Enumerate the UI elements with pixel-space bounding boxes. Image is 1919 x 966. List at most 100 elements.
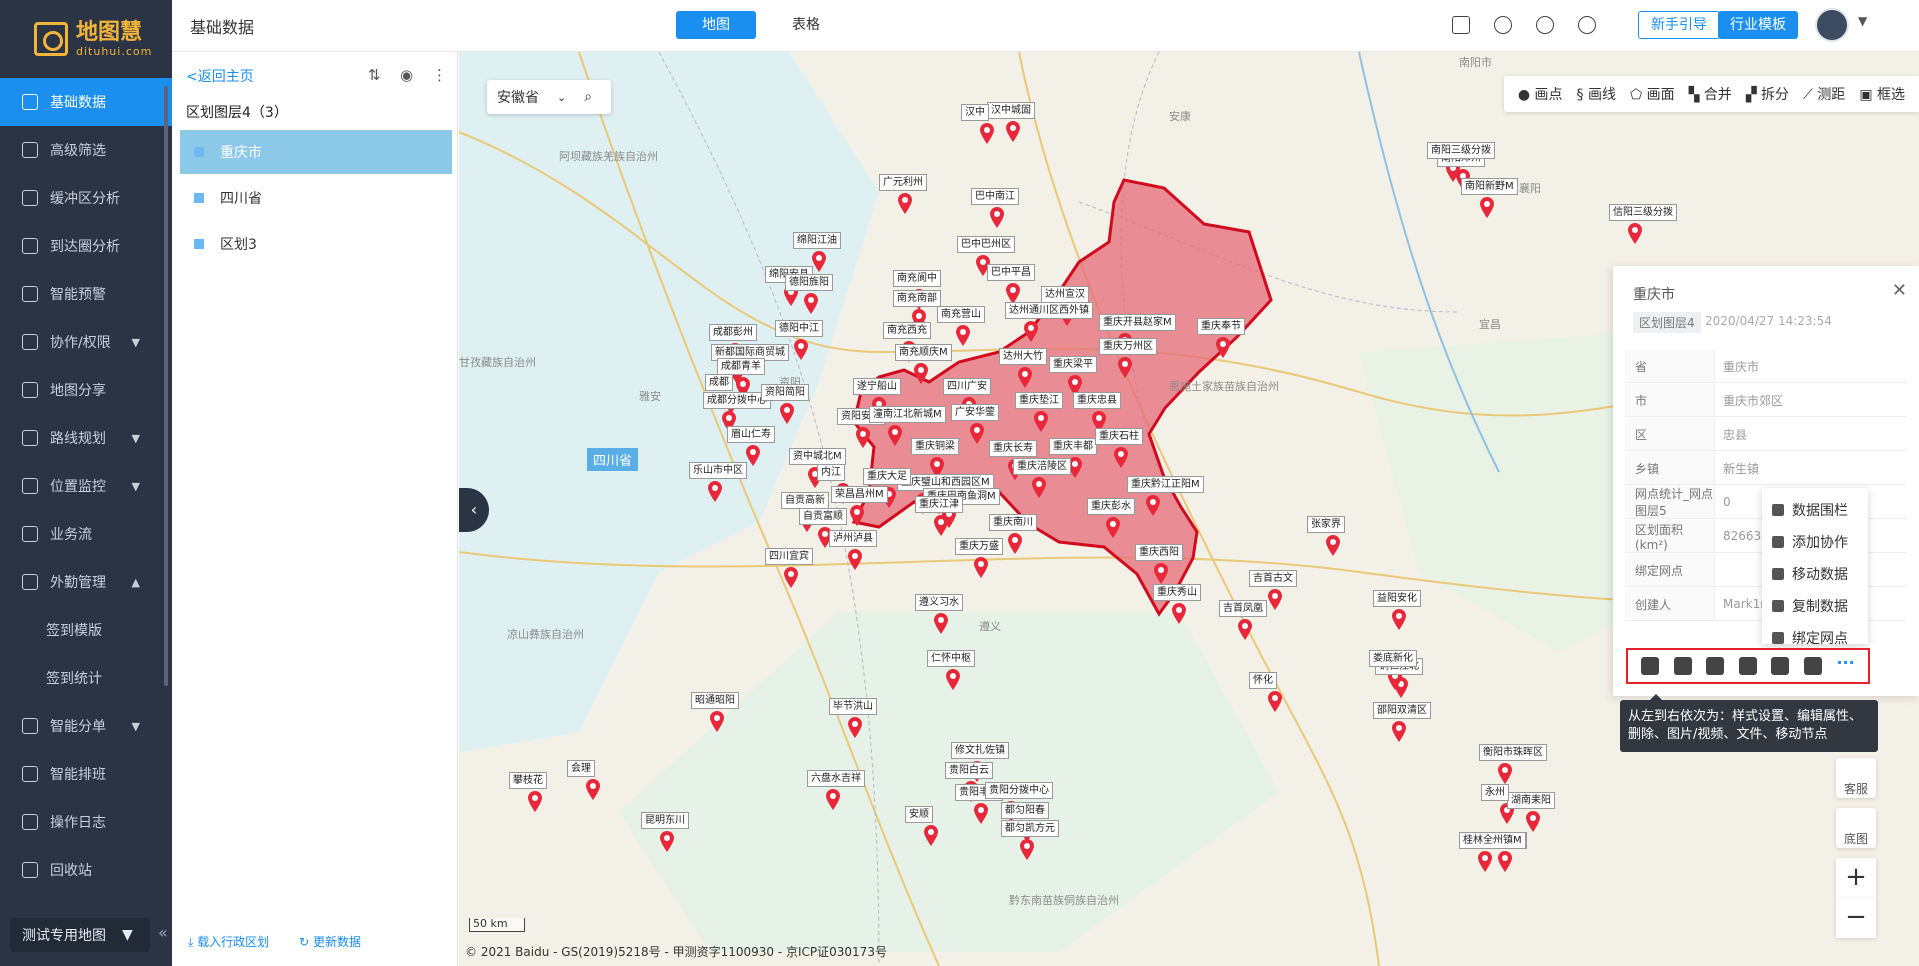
map-point-label[interactable]: 重庆黔江正阳M — [1127, 476, 1204, 493]
map-pin-icon[interactable] — [973, 802, 989, 824]
sidebar-subitem[interactable]: 签到模版 — [0, 606, 172, 654]
map-point-label[interactable]: 遂宁船山 — [853, 378, 901, 395]
map-pin-icon[interactable] — [1019, 838, 1035, 860]
support-button[interactable]: 客服 — [1836, 758, 1876, 798]
share-icon[interactable] — [1578, 16, 1596, 34]
map-point-label[interactable]: 益阳安化 — [1373, 590, 1421, 607]
map-pin-icon[interactable] — [989, 206, 1005, 228]
edit-icon[interactable] — [1673, 657, 1692, 675]
map-point-label[interactable]: 内江 — [817, 464, 845, 481]
map-pin-icon[interactable] — [659, 830, 675, 852]
tab-table[interactable]: 表格 — [766, 11, 846, 39]
map-point-label[interactable]: 汉中城固 — [987, 102, 1035, 119]
map-point-label[interactable]: 衡阳市珠晖区 — [1479, 744, 1547, 761]
map-point-label[interactable]: 巴中巴州区 — [957, 236, 1015, 253]
map-point-label[interactable]: 重庆涪陵区 — [1013, 458, 1071, 475]
map-pin-icon[interactable] — [1031, 476, 1047, 498]
province-select[interactable]: 安徽省 ⌄ ⌕ — [487, 80, 611, 114]
map-pin-icon[interactable] — [933, 612, 949, 634]
draw-line-button[interactable]: § 画线 — [1577, 84, 1616, 104]
map-pin-icon[interactable] — [1145, 494, 1161, 516]
map-point-label[interactable]: 四川广安 — [943, 378, 991, 395]
map-selector[interactable]: 测试专用地图 ▼ — [10, 918, 150, 952]
map-point-label[interactable]: 乐山市中区 — [689, 462, 747, 479]
back-home-link[interactable]: <返回主页 — [186, 66, 254, 86]
map-pin-icon[interactable] — [1017, 366, 1033, 388]
map-point-label[interactable]: 仁怀中枢 — [927, 650, 975, 667]
caret-down-icon[interactable]: ▼ — [1858, 14, 1867, 28]
map-point-label[interactable]: 重庆大足 — [863, 468, 911, 485]
map-point-label[interactable]: 成都 — [705, 374, 733, 391]
map-pin-icon[interactable] — [855, 426, 871, 448]
menu-item-copy[interactable]: 复制数据 — [1762, 590, 1868, 622]
map-point-label[interactable]: 达州大竹 — [999, 348, 1047, 365]
fullscreen-icon[interactable] — [1452, 16, 1470, 34]
sidebar-item-field[interactable]: 外勤管理 ▲ — [0, 558, 172, 606]
layer-item-chongqing[interactable]: 重庆市 — [180, 130, 452, 174]
close-icon[interactable]: ✕ — [1892, 280, 1907, 301]
map-point-label[interactable]: 重庆西阳 — [1135, 544, 1183, 561]
sidebar-item-alert[interactable]: 智能预警 — [0, 270, 172, 318]
map-point-label[interactable]: 信阳三级分拨 — [1609, 204, 1677, 221]
map-point-label[interactable]: 重庆梁平 — [1049, 356, 1097, 373]
map-pin-icon[interactable] — [709, 710, 725, 732]
map-point-label[interactable]: 荣昌昌州M — [831, 486, 888, 503]
map-point-label[interactable]: 吉首古文 — [1249, 570, 1297, 587]
map-pin-icon[interactable] — [1005, 282, 1021, 304]
map-point-label[interactable]: 湖南耒阳 — [1507, 792, 1555, 809]
map-pin-icon[interactable] — [1153, 562, 1169, 584]
map-point-label[interactable]: 达州宣汉 — [1041, 286, 1089, 303]
delete-icon[interactable] — [1706, 657, 1725, 675]
move-node-icon[interactable] — [1803, 657, 1822, 675]
layer-item-sichuan[interactable]: 四川省 — [180, 176, 452, 220]
map-pin-icon[interactable] — [779, 402, 795, 424]
sidebar-item-filter[interactable]: 高级筛选 — [0, 126, 172, 174]
map-pin-icon[interactable] — [979, 122, 995, 144]
map-point-label[interactable]: 巴中南江 — [971, 188, 1019, 205]
map-point-label[interactable]: 四川宜宾 — [765, 548, 813, 565]
search-icon[interactable]: ⌕ — [584, 89, 592, 105]
map-pin-icon[interactable] — [913, 362, 929, 384]
map-point-label[interactable]: 都匀凯方元 — [1001, 820, 1059, 837]
map-pin-icon[interactable] — [1627, 222, 1643, 244]
map-pin-icon[interactable] — [1267, 690, 1283, 712]
collapse-sidebar-icon[interactable]: « — [158, 923, 168, 942]
map-point-label[interactable]: 德阳中江 — [775, 320, 823, 337]
more-icon[interactable]: ··· — [1836, 655, 1854, 675]
map-point-label[interactable]: 自贡高新 — [781, 492, 829, 509]
map-pin-icon[interactable] — [1391, 720, 1407, 742]
map-point-label[interactable]: 怀化 — [1249, 672, 1277, 689]
sidebar-item-calendar[interactable]: 智能排班 — [0, 750, 172, 798]
map-pin-icon[interactable] — [825, 788, 841, 810]
map-point-label[interactable]: 南充西充 — [883, 322, 931, 339]
layer-item-district3[interactable]: 区划3 — [180, 222, 452, 266]
map-point-label[interactable]: 南阳三级分拨 — [1427, 142, 1495, 159]
map-point-label[interactable]: 安顺 — [905, 806, 933, 823]
template-button[interactable]: 行业模板 — [1718, 11, 1798, 39]
map-pin-icon[interactable] — [527, 790, 543, 812]
map-pin-icon[interactable] — [933, 514, 949, 536]
map-pin-icon[interactable] — [1479, 196, 1495, 218]
map-pin-icon[interactable] — [945, 668, 961, 690]
sidebar-item-log[interactable]: 操作日志 — [0, 798, 172, 846]
map-point-label[interactable]: 重庆忠县 — [1073, 392, 1121, 409]
menu-item-move[interactable]: 移动数据 — [1762, 558, 1868, 590]
map-point-label[interactable]: 会理 — [567, 760, 595, 777]
sidebar-item-trash[interactable]: 回收站 — [0, 846, 172, 894]
palette-icon[interactable]: ◉ — [400, 66, 413, 84]
map-point-label[interactable]: 毕节洪山 — [829, 698, 877, 715]
map-point-label[interactable]: 张家界 — [1307, 516, 1345, 533]
map-point-label[interactable]: 南阳新野M — [1461, 178, 1518, 195]
map-point-label[interactable]: 修文扎佐镇 — [951, 742, 1009, 759]
sidebar-item-location[interactable]: 位置监控 ▼ — [0, 462, 172, 510]
map-point-label[interactable]: 泸州泸县 — [829, 530, 877, 547]
map-pin-icon[interactable] — [1023, 320, 1039, 342]
box-select-button[interactable]: ▣ 框选 — [1859, 84, 1905, 104]
zoom-out-button[interactable]: − — [1836, 898, 1876, 938]
map-pin-icon[interactable] — [847, 548, 863, 570]
map-point-label[interactable]: 吉首凤凰 — [1219, 600, 1267, 617]
map-point-label[interactable]: 广安华蓥 — [951, 404, 999, 421]
merge-button[interactable]: ▚ 合并 — [1689, 84, 1732, 104]
map-point-label[interactable]: 南充南部 — [893, 290, 941, 307]
tab-map[interactable]: 地图 — [676, 11, 756, 39]
